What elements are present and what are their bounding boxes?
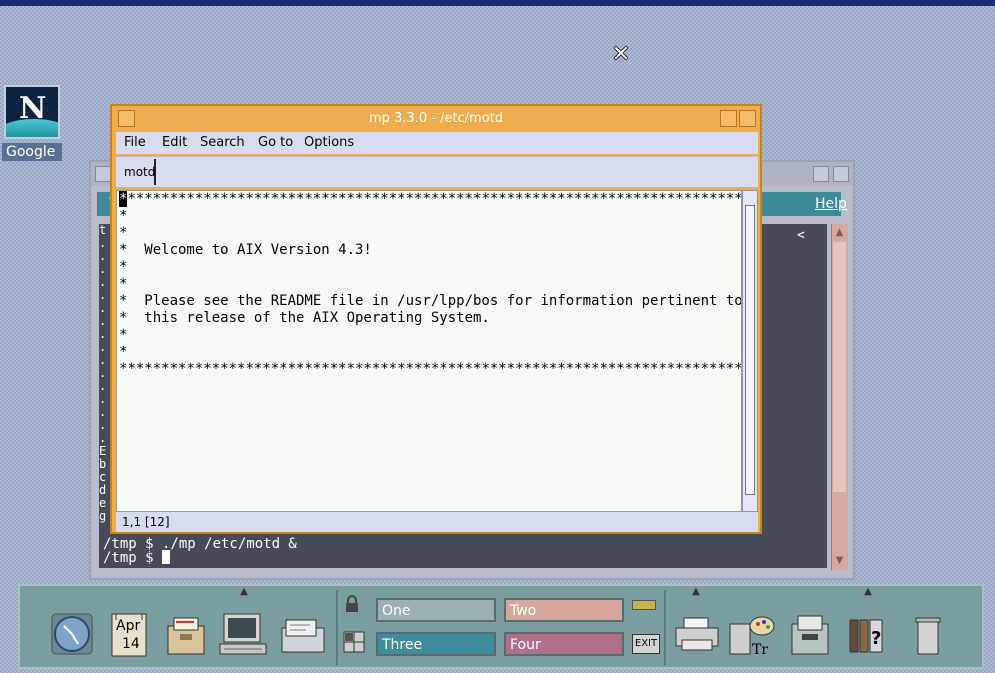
subpanel-arrow-icon[interactable]: ▲: [666, 586, 726, 598]
editor-line: *: [119, 327, 128, 343]
editor-scrollbar[interactable]: [742, 190, 758, 512]
panel-divider: [336, 590, 338, 665]
netscape-icon-label[interactable]: Google: [2, 143, 62, 161]
menu-options[interactable]: Options: [304, 135, 354, 150]
svg-text:?: ?: [871, 628, 881, 649]
terminal-scroll-thumb[interactable]: [833, 242, 846, 492]
terminal-right-marker: <: [797, 228, 805, 243]
terminal-help-menu[interactable]: Help: [815, 196, 847, 212]
file-manager-icon[interactable]: [164, 612, 208, 658]
editor-text-area[interactable]: ****************************************…: [116, 190, 742, 512]
svg-text:Tr: Tr: [752, 642, 768, 658]
editor-star-line-bottom: ****************************************…: [119, 361, 742, 377]
terminal-cursor: [162, 550, 171, 564]
editor-star-line-top-text: ****************************************…: [127, 191, 742, 207]
scroll-up-icon[interactable]: ▲: [833, 226, 846, 240]
editor-star-line-top: ****************************************…: [119, 191, 742, 208]
subpanel-arrow-icon[interactable]: ▲: [214, 586, 274, 598]
editor-line: *: [119, 276, 128, 292]
editor-scroll-thumb[interactable]: [745, 205, 755, 495]
editor-line: *: [119, 344, 128, 360]
editor-line: * Please see the README file in /usr/lpp…: [119, 293, 742, 309]
subpanel-arrow-icon[interactable]: ▲: [838, 586, 898, 598]
help-manager-icon[interactable]: ?: [846, 612, 890, 658]
terminal-prompt-line: /tmp $: [103, 550, 171, 566]
editor-status-bar: 1,1 [12]: [116, 512, 758, 532]
editor-line: * Welcome to AIX Version 4.3!: [119, 242, 372, 258]
x-cursor-icon: ✕: [611, 42, 631, 67]
editor-line: *: [119, 259, 128, 275]
clock-icon[interactable]: [50, 612, 94, 658]
menu-go-to[interactable]: Go to: [258, 135, 293, 150]
lock-icon[interactable]: [342, 594, 362, 614]
terminal-maximize-button[interactable]: [833, 166, 849, 182]
workspace-three-button[interactable]: Three: [376, 632, 496, 656]
menu-edit[interactable]: Edit: [162, 135, 187, 150]
editor-menubar: File Edit Search Go to Options: [116, 132, 758, 154]
editor-title-bar[interactable]: mp 3.3.0 - /etc/motd: [114, 108, 758, 130]
netscape-desktop-icon[interactable]: N: [4, 85, 60, 139]
panel-divider: [664, 590, 666, 665]
workspace-one-button[interactable]: One: [376, 598, 496, 622]
busy-indicator-icon: [632, 600, 656, 610]
calendar-icon[interactable]: Apr 14: [108, 612, 152, 658]
netscape-letter: N: [19, 91, 47, 126]
terminal-minimize-button[interactable]: [813, 166, 829, 182]
terminal-icon[interactable]: [218, 612, 267, 658]
printer-icon[interactable]: [674, 612, 719, 658]
menu-search[interactable]: Search: [200, 135, 245, 150]
front-panel: ▲ ▲ ▲ Apr 14 One Two Three Four EXIT Tr …: [18, 584, 984, 669]
workspace-four-button[interactable]: Four: [504, 632, 624, 656]
terminal-window-menu-button[interactable]: [95, 166, 111, 182]
editor-line: *: [119, 225, 128, 241]
calendar-day: 14: [122, 636, 140, 652]
file-tab-motd[interactable]: motd: [118, 159, 156, 185]
editor-title: mp 3.3.0 - /etc/motd: [368, 111, 504, 126]
workspace-grid-icon[interactable]: [342, 630, 366, 654]
workspace-two-button[interactable]: Two: [504, 598, 624, 622]
trash-icon[interactable]: [908, 612, 952, 658]
top-window-strip: [0, 0, 995, 6]
editor-line: * this release of the AIX Operating Syst…: [119, 310, 490, 326]
file-tab-row: motd: [116, 156, 758, 187]
exit-button[interactable]: EXIT: [632, 634, 660, 654]
mp-editor-window: mp 3.3.0 - /etc/motd File Edit Search Go…: [110, 104, 762, 534]
scroll-down-icon[interactable]: ▼: [833, 554, 846, 568]
calendar-month: Apr: [116, 618, 141, 634]
menu-file[interactable]: File: [124, 135, 146, 150]
editor-minimize-button[interactable]: [720, 110, 737, 127]
editor-maximize-button[interactable]: [739, 110, 756, 127]
style-manager-icon[interactable]: Tr: [728, 612, 775, 658]
application-manager-icon[interactable]: [788, 612, 832, 658]
editor-line: *: [119, 208, 128, 224]
terminal-line-2: /tmp $: [103, 550, 163, 566]
terminal-scrollbar[interactable]: ▲ ▼: [831, 224, 848, 570]
mail-icon[interactable]: [278, 612, 325, 658]
